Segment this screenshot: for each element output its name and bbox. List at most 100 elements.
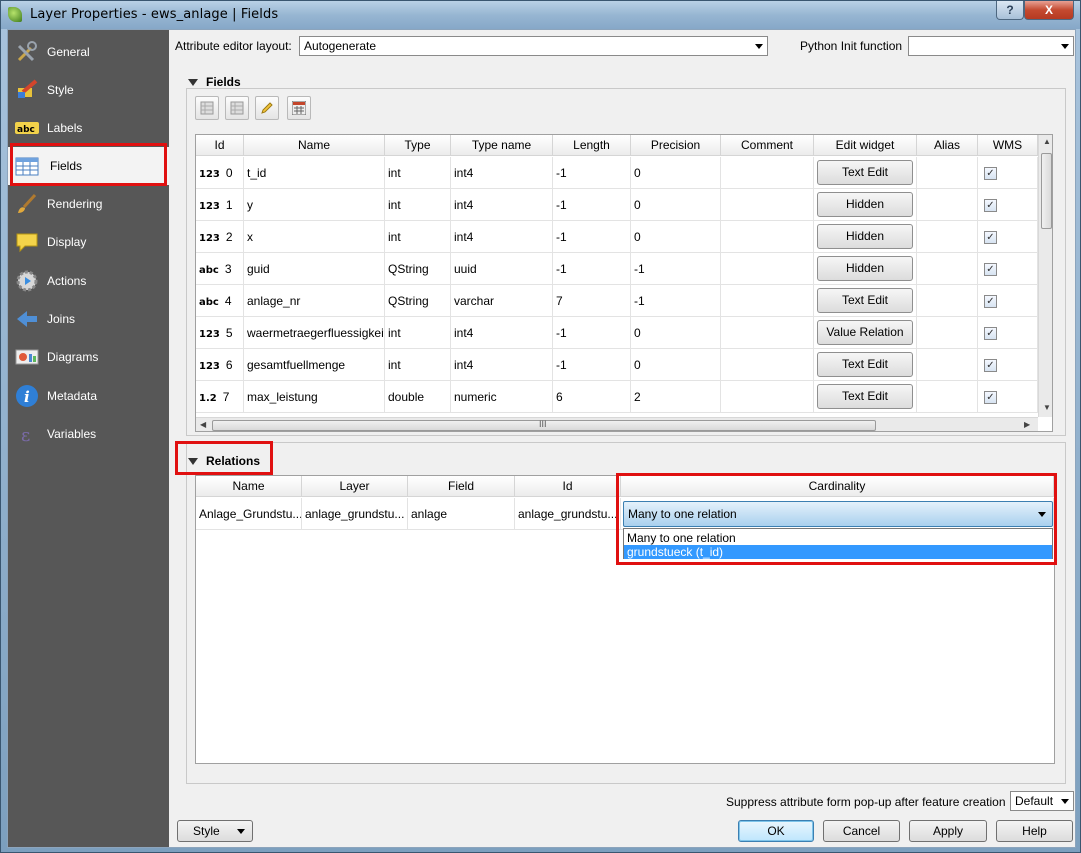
wms-checkbox[interactable]: ✓ [984, 359, 997, 372]
alias-cell[interactable] [917, 157, 978, 189]
scroll-up-icon[interactable]: ▲ [1043, 137, 1051, 146]
type-cell[interactable]: int [385, 189, 451, 221]
edit-widget-button[interactable]: Text Edit [817, 352, 913, 377]
type-cell[interactable]: int [385, 317, 451, 349]
length-cell[interactable]: 6 [553, 381, 631, 413]
cardinality-dropdown[interactable]: Many to one relation [623, 501, 1053, 527]
column-header-cardinality[interactable]: Cardinality [621, 476, 1054, 497]
sidebar-item-general[interactable]: General [8, 33, 169, 71]
table-row[interactable]: 123 6 gesamtfuellmenge int int4 -1 0 Text Edit ✓ [196, 349, 1038, 381]
length-cell[interactable]: -1 [553, 189, 631, 221]
cardinality-option-selected[interactable]: grundstueck (t_id) [624, 545, 1052, 559]
comment-cell[interactable] [721, 381, 814, 413]
scroll-down-icon[interactable]: ▼ [1043, 403, 1051, 412]
comment-cell[interactable] [721, 285, 814, 317]
sidebar-item-diagrams[interactable]: Diagrams [8, 338, 169, 376]
style-menu-button[interactable]: Style [177, 820, 253, 842]
name-cell[interactable]: guid [244, 253, 385, 285]
id-cell[interactable]: 1.2 7 [196, 381, 244, 413]
edit-widget-button[interactable]: Hidden [817, 224, 913, 249]
sidebar-item-variables[interactable]: ε Variables [8, 415, 169, 453]
length-cell[interactable]: -1 [553, 349, 631, 381]
id-cell[interactable]: 123 0 [196, 157, 244, 189]
id-cell[interactable]: abc 3 [196, 253, 244, 285]
type-name-cell[interactable]: int4 [451, 189, 553, 221]
comment-cell[interactable] [721, 317, 814, 349]
alias-cell[interactable] [917, 317, 978, 349]
precision-cell[interactable]: 2 [631, 381, 721, 413]
vertical-scrollbar[interactable]: ▲ ▼ [1038, 135, 1052, 417]
precision-cell[interactable]: -1 [631, 253, 721, 285]
column-header-comment[interactable]: Comment [721, 135, 814, 156]
wms-checkbox[interactable]: ✓ [984, 295, 997, 308]
wms-checkbox[interactable]: ✓ [984, 391, 997, 404]
relation-id-cell[interactable]: anlage_grundstu... [515, 498, 621, 530]
sidebar-item-joins[interactable]: Joins [8, 300, 169, 338]
comment-cell[interactable] [721, 189, 814, 221]
column-header-type-name[interactable]: Type name [451, 135, 553, 156]
edit-widget-button[interactable]: Text Edit [817, 160, 913, 185]
wms-checkbox[interactable]: ✓ [984, 231, 997, 244]
ok-button[interactable]: OK [738, 820, 814, 842]
column-header-name[interactable]: Name [196, 476, 302, 497]
help-button[interactable]: Help [996, 820, 1073, 842]
scroll-left-icon[interactable]: ◀ [200, 420, 206, 429]
wms-checkbox[interactable]: ✓ [984, 327, 997, 340]
name-cell[interactable]: t_id [244, 157, 385, 189]
title-bar[interactable]: Layer Properties - ews_anlage | Fields ?… [1, 1, 1080, 29]
toggle-editing-button[interactable] [255, 96, 279, 120]
name-cell[interactable]: max_leistung [244, 381, 385, 413]
column-header-wms[interactable]: WMS [978, 135, 1038, 156]
id-cell[interactable]: 123 1 [196, 189, 244, 221]
table-row[interactable]: 123 0 t_id int int4 -1 0 Text Edit ✓ [196, 157, 1038, 189]
column-header-precision[interactable]: Precision [631, 135, 721, 156]
sidebar-item-fields[interactable]: Fields [8, 147, 169, 185]
type-cell[interactable]: QString [385, 253, 451, 285]
alias-cell[interactable] [917, 285, 978, 317]
table-row[interactable]: 123 2 x int int4 -1 0 Hidden ✓ [196, 221, 1038, 253]
wms-checkbox[interactable]: ✓ [984, 167, 997, 180]
type-name-cell[interactable]: varchar [451, 285, 553, 317]
alias-cell[interactable] [917, 253, 978, 285]
suppress-popup-combo[interactable]: Default [1010, 791, 1074, 811]
name-cell[interactable]: x [244, 221, 385, 253]
table-row[interactable]: abc 3 guid QString uuid -1 -1 Hidden ✓ [196, 253, 1038, 285]
type-name-cell[interactable]: numeric [451, 381, 553, 413]
close-button[interactable]: X [1024, 1, 1074, 20]
column-header-id[interactable]: Id [196, 135, 244, 156]
vertical-scroll-thumb[interactable] [1041, 153, 1052, 229]
type-name-cell[interactable]: int4 [451, 349, 553, 381]
type-name-cell[interactable]: uuid [451, 253, 553, 285]
column-header-id[interactable]: Id [515, 476, 621, 497]
sidebar-item-style[interactable]: Style [8, 71, 169, 109]
scroll-right-icon[interactable]: ▶ [1024, 420, 1030, 429]
relations-section-header[interactable]: Relations [188, 454, 260, 468]
type-name-cell[interactable]: int4 [451, 157, 553, 189]
name-cell[interactable]: anlage_nr [244, 285, 385, 317]
help-title-button[interactable]: ? [996, 1, 1024, 20]
type-cell[interactable]: double [385, 381, 451, 413]
length-cell[interactable]: -1 [553, 157, 631, 189]
column-header-length[interactable]: Length [553, 135, 631, 156]
wms-checkbox[interactable]: ✓ [984, 263, 997, 276]
id-cell[interactable]: abc 4 [196, 285, 244, 317]
fields-section-header[interactable]: Fields [188, 75, 241, 89]
length-cell[interactable]: -1 [553, 317, 631, 349]
alias-cell[interactable] [917, 349, 978, 381]
field-calculator-button[interactable] [287, 96, 311, 120]
edit-widget-button[interactable]: Hidden [817, 192, 913, 217]
comment-cell[interactable] [721, 221, 814, 253]
comment-cell[interactable] [721, 253, 814, 285]
edit-widget-button[interactable]: Text Edit [817, 288, 913, 313]
column-header-edit-widget[interactable]: Edit widget [814, 135, 917, 156]
edit-widget-button[interactable]: Value Relation [817, 320, 913, 345]
comment-cell[interactable] [721, 349, 814, 381]
cardinality-option[interactable]: Many to one relation [624, 531, 1052, 545]
precision-cell[interactable]: 0 [631, 189, 721, 221]
type-name-cell[interactable]: int4 [451, 317, 553, 349]
edit-widget-button[interactable]: Text Edit [817, 384, 913, 409]
column-header-field[interactable]: Field [408, 476, 515, 497]
horizontal-scroll-thumb[interactable]: III [212, 419, 876, 431]
name-cell[interactable]: y [244, 189, 385, 221]
length-cell[interactable]: -1 [553, 221, 631, 253]
